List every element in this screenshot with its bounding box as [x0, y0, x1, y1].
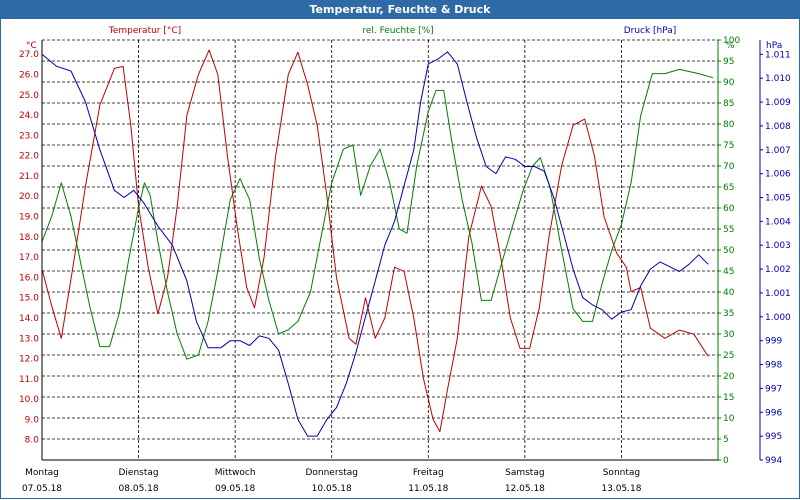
- pressure-tick-label: 999: [765, 337, 782, 347]
- humidity-tick-label: 25: [723, 351, 734, 361]
- x-tick-day-label: Montag: [25, 468, 59, 478]
- pressure-tick-label: 1.001: [765, 289, 791, 299]
- x-tick-date-label: 08.05.18: [119, 484, 159, 494]
- pressure-tick-label: 997: [765, 384, 782, 394]
- temperature-tick-label: 19.0: [19, 213, 39, 223]
- temperature-tick-label: 14.0: [19, 314, 39, 324]
- pressure-unit: hPa: [766, 41, 782, 51]
- x-tick-date-label: 12.05.18: [505, 484, 545, 494]
- pressure-tick-label: 1.008: [765, 122, 791, 132]
- humidity-unit: %: [726, 41, 735, 51]
- temperature-unit: °C: [26, 41, 37, 51]
- temperature-tick-label: 25.0: [19, 91, 39, 101]
- x-tick-date-label: 09.05.18: [215, 484, 255, 494]
- humidity-tick-label: 15: [723, 393, 734, 403]
- humidity-tick-label: 80: [723, 120, 735, 130]
- x-tick-day-label: Dienstag: [119, 468, 159, 478]
- labels: Temperatur [°C] rel. Feuchte [%] Druck […: [26, 26, 782, 51]
- humidity-series-line: [41, 68, 714, 360]
- x-tick-date-label: 11.05.18: [408, 484, 448, 494]
- humidity-tick-label: 85: [723, 99, 734, 109]
- x-tick-day-label: Samstag: [505, 468, 544, 478]
- temperature-tick-label: 27.0: [19, 50, 39, 60]
- humidity-tick-label: 50: [723, 246, 735, 256]
- temperature-tick-label: 15.0: [19, 294, 39, 304]
- x-tick-date-label: 07.05.18: [22, 484, 62, 494]
- humidity-tick-label: 10: [723, 414, 735, 424]
- pressure-axis-label: Druck [hPa]: [624, 26, 677, 36]
- humidity-tick-label: 5: [723, 435, 729, 445]
- pressure-tick-label: 1.010: [765, 74, 791, 84]
- pressure-tick-label: 1.003: [765, 241, 791, 251]
- grid: [42, 39, 718, 461]
- x-tick-date-label: 13.05.18: [601, 484, 641, 494]
- temperature-tick-label: 20.0: [19, 192, 39, 202]
- chart: 8.0 9.0 10.0 11.0 12.0 13.0 14.0 15.0 16.0 17.0 18…: [19, 26, 791, 494]
- x-tick-date-label: 10.05.18: [312, 484, 352, 494]
- x-tick-day-label: Mittwoch: [215, 468, 256, 478]
- pressure-tick-label: 1.004: [765, 217, 791, 227]
- pressure-tick-label: 994: [765, 456, 782, 466]
- x-tick-day-label: Donnerstag: [305, 468, 358, 478]
- humidity-tick-label: 55: [723, 225, 734, 235]
- humidity-tick-label: 40: [723, 288, 735, 298]
- pressure-tick-label: 1.006: [765, 170, 791, 180]
- x-tick-day-label: Sonntag: [603, 468, 640, 478]
- temperature-tick-label: 13.0: [19, 334, 39, 344]
- temperature-tick-label: 9.0: [25, 415, 40, 425]
- humidity-tick-label: 45: [723, 267, 734, 277]
- temperature-tick-label: 16.0: [19, 273, 39, 283]
- temperature-tick-label: 22.0: [19, 152, 39, 162]
- temperature-tick-label: 10.0: [19, 395, 39, 405]
- pressure-tick-label: 1.002: [765, 265, 791, 275]
- pressure-tick-label: 998: [765, 361, 782, 371]
- humidity-tick-label: 95: [723, 57, 734, 67]
- pressure-tick-label: 996: [765, 408, 782, 418]
- humidity-tick-label: 75: [723, 141, 734, 151]
- humidity-tick-label: 70: [723, 162, 735, 172]
- pressure-tick-label: 1.000: [765, 313, 791, 323]
- pressure-tick-label: 995: [765, 432, 782, 442]
- temperature-tick-label: 23.0: [19, 131, 39, 141]
- temperature-series-line: [41, 49, 709, 433]
- humidity-tick-label: 30: [723, 330, 735, 340]
- temperature-tick-label: 24.0: [19, 111, 39, 121]
- pressure-tick-label: 1.009: [765, 98, 791, 108]
- temperature-tick-label: 26.0: [19, 70, 39, 80]
- humidity-tick-label: 35: [723, 309, 734, 319]
- pressure-tick-label: 1.005: [765, 194, 791, 204]
- temperature-tick-label: 18.0: [19, 233, 39, 243]
- temperature-axis-label: Temperatur [°C]: [108, 26, 181, 36]
- humidity-tick-label: 90: [723, 78, 735, 88]
- series-layer: [41, 49, 714, 437]
- temperature-tick-label: 11.0: [19, 375, 39, 385]
- pressure-tick-label: 1.011: [765, 50, 791, 60]
- temperature-tick-label: 17.0: [19, 253, 39, 263]
- humidity-tick-label: 20: [723, 372, 735, 382]
- pressure-tick-label: 1.007: [765, 146, 791, 156]
- humidity-tick-label: 60: [723, 204, 735, 214]
- axes: 8.0 9.0 10.0 11.0 12.0 13.0 14.0 15.0 16.0 17.0 18…: [19, 36, 791, 494]
- humidity-tick-label: 0: [723, 456, 729, 466]
- pressure-series-line: [41, 51, 709, 437]
- temperature-tick-label: 8.0: [25, 436, 40, 446]
- x-tick-day-label: Freitag: [413, 468, 444, 478]
- humidity-axis-label: rel. Feuchte [%]: [362, 26, 433, 36]
- humidity-tick-label: 65: [723, 183, 734, 193]
- temperature-tick-label: 12.0: [19, 355, 39, 365]
- temperature-tick-label: 21.0: [19, 172, 39, 182]
